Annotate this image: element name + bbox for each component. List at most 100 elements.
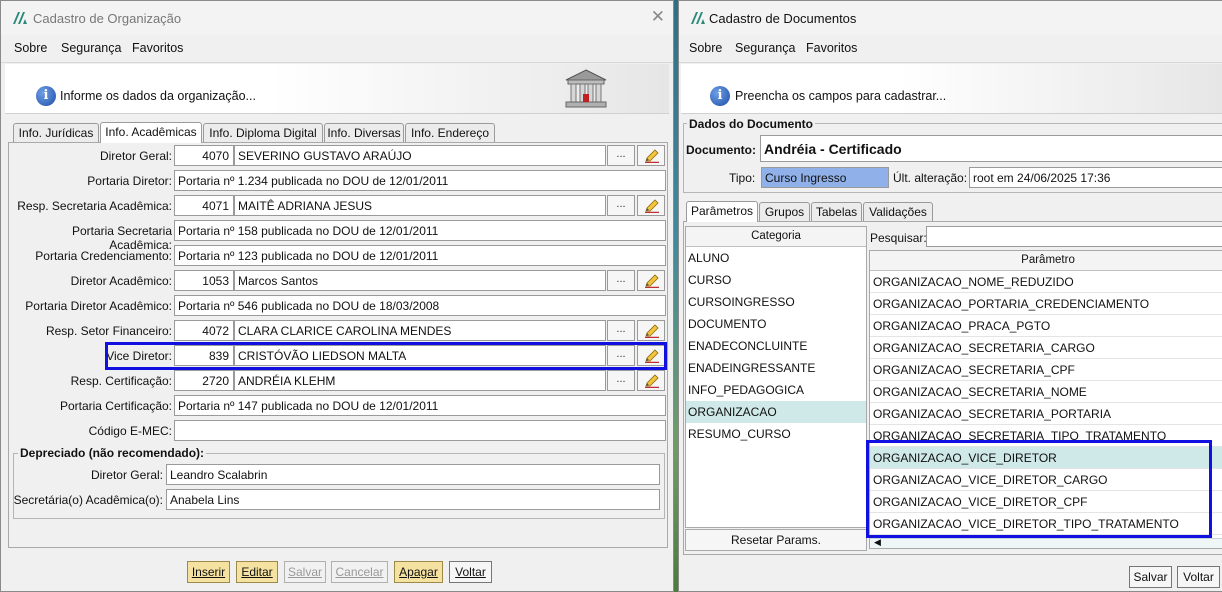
- categoria-item[interactable]: ENADECONCLUINTE: [686, 335, 866, 357]
- apagar-button[interactable]: Apagar: [394, 561, 443, 583]
- diretor-academico-edit-button[interactable]: [637, 270, 665, 291]
- diretor-academico-name-field[interactable]: Marcos Santos: [234, 270, 606, 291]
- parametro-row[interactable]: ORGANIZACAO_NOME_REDUZIDO: [870, 271, 1222, 293]
- dep-secretaria-field[interactable]: Anabela Lins: [166, 489, 660, 510]
- parametro-row[interactable]: ORGANIZACAO_SECRETARIA_CARGO: [870, 337, 1222, 359]
- resp-setor-financeiro-lookup-button[interactable]: ...: [607, 320, 635, 341]
- salvar-button[interactable]: Salvar: [1129, 566, 1172, 588]
- parametro-row[interactable]: ORGANIZACAO_SECRETARIA_PORTARIA: [870, 403, 1222, 425]
- resp-setor-financeiro-edit-button[interactable]: [637, 320, 665, 341]
- categoria-item[interactable]: DOCUMENTO: [686, 313, 866, 335]
- resp-secretaria-academica-edit-button[interactable]: [637, 195, 665, 216]
- categoria-item[interactable]: CURSO: [686, 269, 866, 291]
- tab-info-juridicas[interactable]: Info. Jurídicas: [13, 123, 99, 143]
- portaria-credenciamento-label: Portaria Credenciamento:: [35, 249, 172, 263]
- editar-button[interactable]: Editar: [236, 561, 278, 583]
- scroll-left-icon[interactable]: ◀: [874, 537, 881, 548]
- diretor-academico-label: Diretor Acadêmico:: [70, 274, 172, 288]
- diretor-geral-name-field[interactable]: SEVERINO GUSTAVO ARAÚJO: [234, 145, 606, 166]
- vice-diretor-code-field[interactable]: 839: [174, 345, 234, 366]
- parametro-row[interactable]: ORGANIZACAO_SECRETARIA_NOME: [870, 381, 1222, 403]
- codigo-e-mec-field[interactable]: [174, 420, 666, 441]
- categoria-item[interactable]: ALUNO: [686, 247, 866, 269]
- diretor-geral-lookup-button[interactable]: ...: [607, 145, 635, 166]
- parametro-row[interactable]: ORGANIZACAO_SECRETARIA_CPF: [870, 359, 1222, 381]
- tab-validacoes[interactable]: Validações: [863, 202, 933, 222]
- menu-sobre[interactable]: Sobre: [689, 41, 722, 55]
- parametro-row[interactable]: ORGANIZACAO_SECRETARIA_TIPO_TRATAMENTO: [870, 425, 1222, 447]
- portaria-secretaria-academica-field[interactable]: Portaria nº 158 publicada no DOU de 12/0…: [174, 220, 666, 241]
- title-bar: Cadastro de Organização ✕: [1, 1, 673, 35]
- tab-grupos[interactable]: Grupos: [759, 202, 810, 222]
- parametro-row[interactable]: ORGANIZACAO_VICE_DIRETOR_CARGO: [870, 469, 1222, 491]
- menu-seguranca[interactable]: Segurança: [61, 41, 121, 55]
- tab-info-diversas[interactable]: Info. Diversas: [324, 123, 404, 143]
- categoria-item[interactable]: RESUMO_CURSO: [686, 423, 866, 445]
- close-icon[interactable]: ✕: [651, 7, 665, 27]
- categoria-item[interactable]: CURSOINGRESSO: [686, 291, 866, 313]
- parametro-header: Parâmetro: [870, 251, 1222, 271]
- tipo-field[interactable]: Curso Ingresso: [761, 167, 889, 188]
- resp-setor-financeiro-code-field[interactable]: 4072: [174, 320, 234, 341]
- tab-tabelas[interactable]: Tabelas: [811, 202, 862, 222]
- portaria-secretaria-academica-label: Portaria Secretaria Acadêmica:: [71, 224, 172, 252]
- resp-certificacao-edit-button[interactable]: [637, 370, 665, 391]
- pencil-icon: [645, 349, 659, 363]
- tab-parametros[interactable]: Parâmetros: [686, 201, 758, 222]
- menu-seguranca[interactable]: Segurança: [735, 41, 795, 55]
- portaria-diretor-field[interactable]: Portaria nº 1.234 publicada no DOU de 12…: [174, 170, 666, 191]
- resp-setor-financeiro-name-field[interactable]: CLARA CLARICE CAROLINA MENDES: [234, 320, 606, 341]
- resp-secretaria-academica-name-field[interactable]: MAITÊ ADRIANA JESUS: [234, 195, 606, 216]
- ult-alteracao-label: Últ. alteração:: [893, 171, 968, 185]
- salvar-button[interactable]: Salvar: [284, 561, 326, 583]
- portaria-certificacao-label: Portaria Certificação:: [59, 399, 172, 413]
- resp-certificacao-name-field[interactable]: ANDRÉIA KLEHM: [234, 370, 606, 391]
- parametro-row[interactable]: ORGANIZACAO_VICE_DIRETOR: [870, 447, 1222, 469]
- voltar-button[interactable]: Voltar: [1177, 566, 1220, 588]
- portaria-diretor-label: Portaria Diretor:: [87, 174, 172, 188]
- diretor-academico-code-field[interactable]: 1053: [174, 270, 234, 291]
- cancelar-button[interactable]: Cancelar: [331, 561, 388, 583]
- parametro-row[interactable]: ORGANIZACAO_VICE_DIRETOR_TIPO_TRATAMENTO: [870, 513, 1222, 535]
- categoria-item[interactable]: INFO_PEDAGOGICA: [686, 379, 866, 401]
- building-icon: [565, 69, 607, 108]
- categoria-item[interactable]: ENADEINGRESSANTE: [686, 357, 866, 379]
- diretor-geral-edit-button[interactable]: [637, 145, 665, 166]
- vice-diretor-lookup-button[interactable]: ...: [607, 345, 635, 366]
- diretor-geral-code-field[interactable]: 4070: [174, 145, 234, 166]
- tab-info-endereco[interactable]: Info. Endereço: [405, 123, 495, 143]
- resetar-params-button[interactable]: Resetar Params.: [685, 529, 867, 551]
- parametro-row[interactable]: ORGANIZACAO_PORTARIA_CREDENCIAMENTO: [870, 293, 1222, 315]
- resp-secretaria-academica-lookup-button[interactable]: ...: [607, 195, 635, 216]
- menu-favoritos[interactable]: Favoritos: [806, 41, 857, 55]
- resp-secretaria-academica-label: Resp. Secretaria Acadêmica:: [17, 199, 172, 213]
- resp-certificacao-lookup-button[interactable]: ...: [607, 370, 635, 391]
- parametro-row[interactable]: ORGANIZACAO_VICE_DIRETOR_CPF: [870, 491, 1222, 513]
- tab-info-diploma-digital[interactable]: Info. Diploma Digital: [203, 123, 323, 143]
- window-title: Cadastro de Documentos: [709, 11, 857, 26]
- horizontal-scrollbar[interactable]: ◀: [870, 537, 1222, 548]
- voltar-button[interactable]: Voltar: [449, 561, 492, 583]
- diretor-geral-label: Diretor Geral:: [99, 149, 172, 163]
- inserir-button[interactable]: Inserir: [187, 561, 230, 583]
- portaria-certificacao-field[interactable]: Portaria nº 147 publicada no DOU de 12/0…: [174, 395, 666, 416]
- parametro-row[interactable]: ORGANIZACAO_PRACA_PGTO: [870, 315, 1222, 337]
- portaria-diretor-academico-field[interactable]: Portaria nº 546 publicada no DOU de 18/0…: [174, 295, 666, 316]
- vice-diretor-edit-button[interactable]: [637, 345, 665, 366]
- vice-diretor-name-field[interactable]: CRISTÓVÃO LIEDSON MALTA: [234, 345, 606, 366]
- categoria-header: Categoria: [686, 227, 866, 247]
- categoria-item[interactable]: ORGANIZACAO: [686, 401, 866, 423]
- organizacao-window: Cadastro de Organização ✕ Sobre Seguranç…: [0, 0, 674, 592]
- resp-certificacao-code-field[interactable]: 2720: [174, 370, 234, 391]
- pesquisar-input[interactable]: [926, 226, 1222, 247]
- resp-setor-financeiro-label: Resp. Setor Financeiro:: [45, 324, 172, 338]
- documento-label: Documento:: [686, 143, 756, 157]
- diretor-academico-lookup-button[interactable]: ...: [607, 270, 635, 291]
- menu-favoritos[interactable]: Favoritos: [132, 41, 183, 55]
- documento-field[interactable]: Andréia - Certificado: [760, 135, 1222, 162]
- tab-info-academicas[interactable]: Info. Acadêmicas: [100, 122, 202, 143]
- menu-sobre[interactable]: Sobre: [14, 41, 47, 55]
- resp-secretaria-academica-code-field[interactable]: 4071: [174, 195, 234, 216]
- portaria-credenciamento-field[interactable]: Portaria nº 123 publicada no DOU de 12/0…: [174, 245, 666, 266]
- dep-diretor-field[interactable]: Leandro Scalabrin: [166, 464, 660, 485]
